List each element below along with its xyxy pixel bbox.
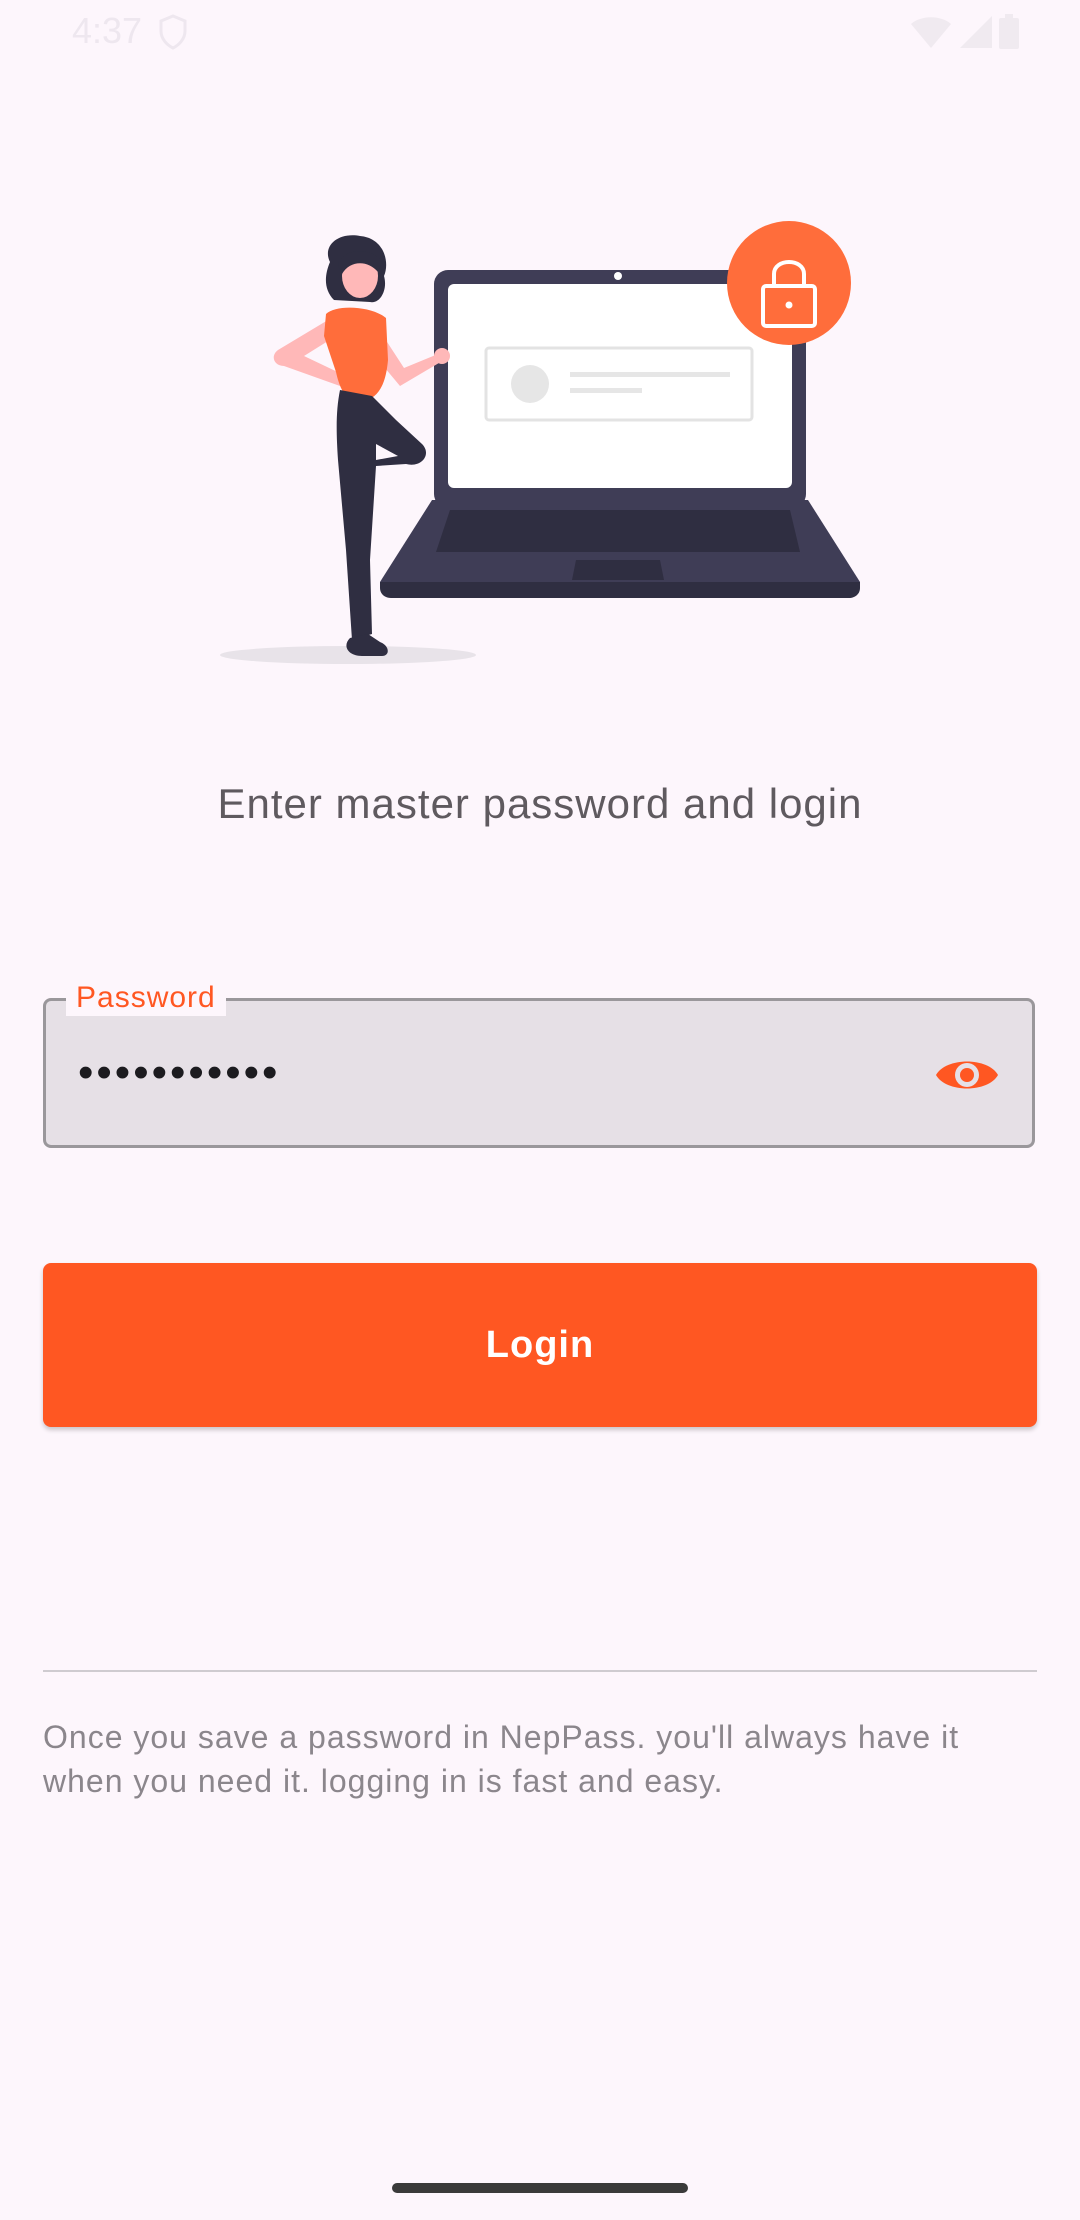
password-label: Password: [66, 980, 226, 1016]
signal-icon: [959, 16, 992, 48]
password-field[interactable]: •••••••••••: [43, 998, 1035, 1148]
login-button[interactable]: Login: [43, 1263, 1037, 1427]
person-laptop-lock-illustration: [220, 221, 860, 664]
shield-icon: [159, 14, 187, 50]
page-heading: Enter master password and login: [217, 780, 863, 827]
status-time: 4:37: [72, 10, 143, 51]
info-text: Once you save a password in NepPass. you…: [43, 1719, 960, 1799]
wifi-icon: [911, 17, 952, 48]
home-indicator[interactable]: [392, 2183, 688, 2193]
eye-icon[interactable]: [932, 1045, 1002, 1105]
battery-icon: [999, 14, 1019, 49]
status-bar: 4:37: [0, 0, 1080, 64]
status-icons: [909, 14, 1020, 50]
password-value[interactable]: •••••••••••: [78, 1048, 280, 1098]
divider: [43, 1670, 1037, 1672]
